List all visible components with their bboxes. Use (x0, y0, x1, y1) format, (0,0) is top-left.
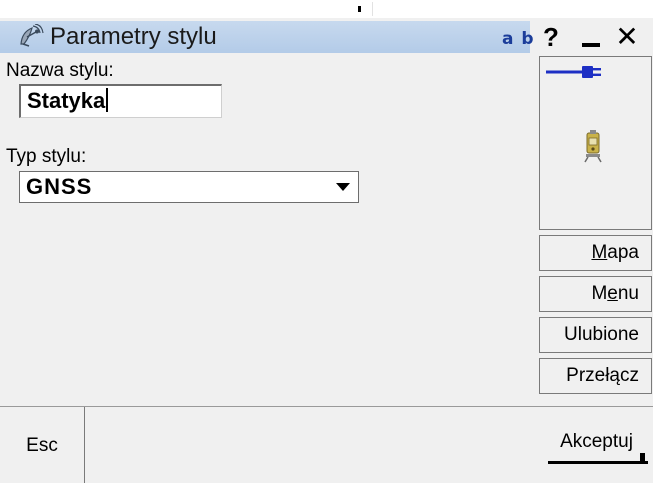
strip-marker (358, 6, 361, 12)
switch-button[interactable]: Przełącz (539, 358, 652, 394)
style-name-label: Nazwa stylu: (6, 60, 114, 81)
menu-button-label-start: M (591, 283, 608, 304)
accept-button-label: Akceptuj (560, 431, 633, 452)
favorites-button[interactable]: Ulubione (539, 317, 652, 353)
bottom-bar: Esc Akceptuj (0, 406, 653, 483)
total-station-icon (584, 130, 602, 163)
style-type-value: GNSS (26, 174, 93, 199)
style-parameters-window: Parametry stylu a b ? ✕ Nazwa stylu: Sta… (0, 18, 653, 483)
map-button-label-end: apa (607, 242, 639, 263)
minimize-button[interactable] (576, 22, 606, 52)
esc-button[interactable]: Esc (0, 407, 85, 483)
style-type-label: Typ stylu: (6, 146, 87, 167)
menu-button-hotkey: e (607, 283, 618, 304)
top-strip (0, 0, 653, 18)
enter-key-icon (548, 461, 648, 464)
text-caret (106, 88, 109, 112)
window-title: Parametry stylu (50, 23, 217, 50)
dropdown-arrow-icon[interactable] (330, 174, 356, 200)
map-button[interactable]: Mapa (539, 235, 652, 271)
status-panel (539, 56, 652, 230)
minimize-icon (582, 43, 600, 47)
style-name-input[interactable]: Statyka (19, 84, 222, 118)
accept-button[interactable]: Akceptuj (540, 407, 653, 483)
menu-button[interactable]: Menu (539, 276, 652, 312)
switch-button-label: Przełącz (566, 365, 639, 386)
right-panel: Mapa Menu Ulubione Przełącz (539, 56, 653, 406)
style-name-value: Statyka (27, 88, 106, 113)
style-type-select[interactable]: GNSS (19, 171, 359, 203)
close-button[interactable]: ✕ (612, 22, 642, 52)
strip-divider (372, 2, 373, 16)
help-button[interactable]: ? (536, 22, 566, 52)
satellite-dish-icon (20, 24, 44, 47)
input-mode-indicator[interactable]: a b (502, 29, 535, 49)
favorites-button-label: Ulubione (564, 324, 639, 345)
menu-button-label-end: nu (617, 283, 639, 304)
title-bar: Parametry stylu a b ? ✕ (0, 18, 653, 56)
style-form: Nazwa stylu: Statyka Typ stylu: GNSS (0, 56, 540, 406)
map-button-hotkey: M (591, 242, 608, 263)
plug-connector-icon (546, 66, 601, 78)
enter-key-icon-corner (640, 453, 645, 464)
